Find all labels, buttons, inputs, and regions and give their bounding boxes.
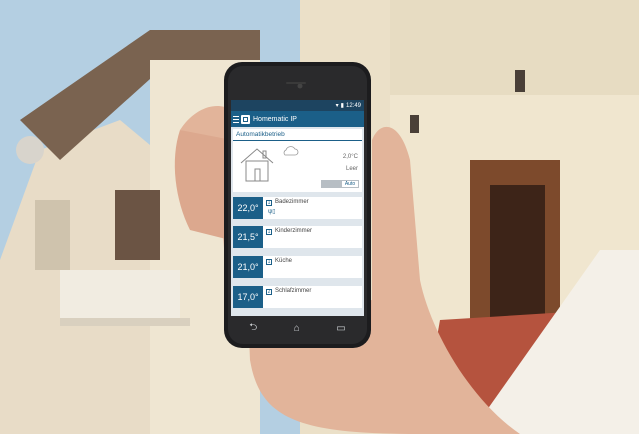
room-row[interactable]: 21,0° 1 Küche <box>233 256 362 278</box>
room-name: Kinderzimmer <box>275 228 313 234</box>
room-temperature: 22,0° <box>233 197 263 219</box>
house-icon <box>240 148 274 182</box>
room-device-count: 1 <box>266 200 272 206</box>
room-name: Schlafzimmer <box>275 288 312 294</box>
mode-toggle[interactable]: Auto <box>321 180 359 188</box>
room-temperature: 21,0° <box>233 256 263 278</box>
room-temperature: 21,5° <box>233 226 263 248</box>
status-bar: ▾ ▮ 12:49 <box>231 100 364 111</box>
device-status-icons: ψ▯ <box>268 209 276 215</box>
divider <box>233 140 362 141</box>
room-device-count: 1 <box>266 229 272 235</box>
room-device-count: 2 <box>266 289 272 295</box>
signal-icon: ▾ <box>335 103 339 109</box>
auto-mode-button[interactable]: Auto <box>341 180 359 188</box>
recent-apps-icon[interactable]: ▭ <box>336 323 345 334</box>
outside-temperature: 2,0°C <box>342 154 358 160</box>
room-name: Badezimmer <box>275 199 309 205</box>
room-row[interactable]: 21,5° 1 Kinderzimmer <box>233 226 362 248</box>
panel-title: Automatikbetrieb <box>236 131 285 138</box>
app-screen: ▾ ▮ 12:49 Homematic IP Automatikbetrieb … <box>231 100 364 316</box>
app-bar: Homematic IP <box>231 111 364 127</box>
cloud-icon <box>283 146 299 156</box>
battery-icon: ▮ <box>340 103 344 109</box>
room-row[interactable]: 17,0° 2 Schlafzimmer <box>233 286 362 308</box>
android-nav-bar: ⮌ ⌂ ▭ <box>231 318 364 338</box>
back-icon[interactable]: ⮌ <box>249 320 257 337</box>
app-logo-icon <box>241 114 250 124</box>
room-device-count: 1 <box>266 259 272 265</box>
home-icon[interactable]: ⌂ <box>294 323 300 334</box>
app-title: Homematic IP <box>253 115 297 123</box>
presence-status: Leer <box>345 166 358 172</box>
status-time: 12:49 <box>345 102 361 109</box>
room-row[interactable]: 22,0° 1 Badezimmer ψ▯ <box>233 197 362 219</box>
room-temperature: 17,0° <box>233 286 263 308</box>
room-name: Küche <box>275 258 293 264</box>
menu-icon[interactable] <box>233 115 239 123</box>
automatic-mode-panel[interactable]: Automatikbetrieb 2,0°C Leer Auto <box>233 129 362 192</box>
